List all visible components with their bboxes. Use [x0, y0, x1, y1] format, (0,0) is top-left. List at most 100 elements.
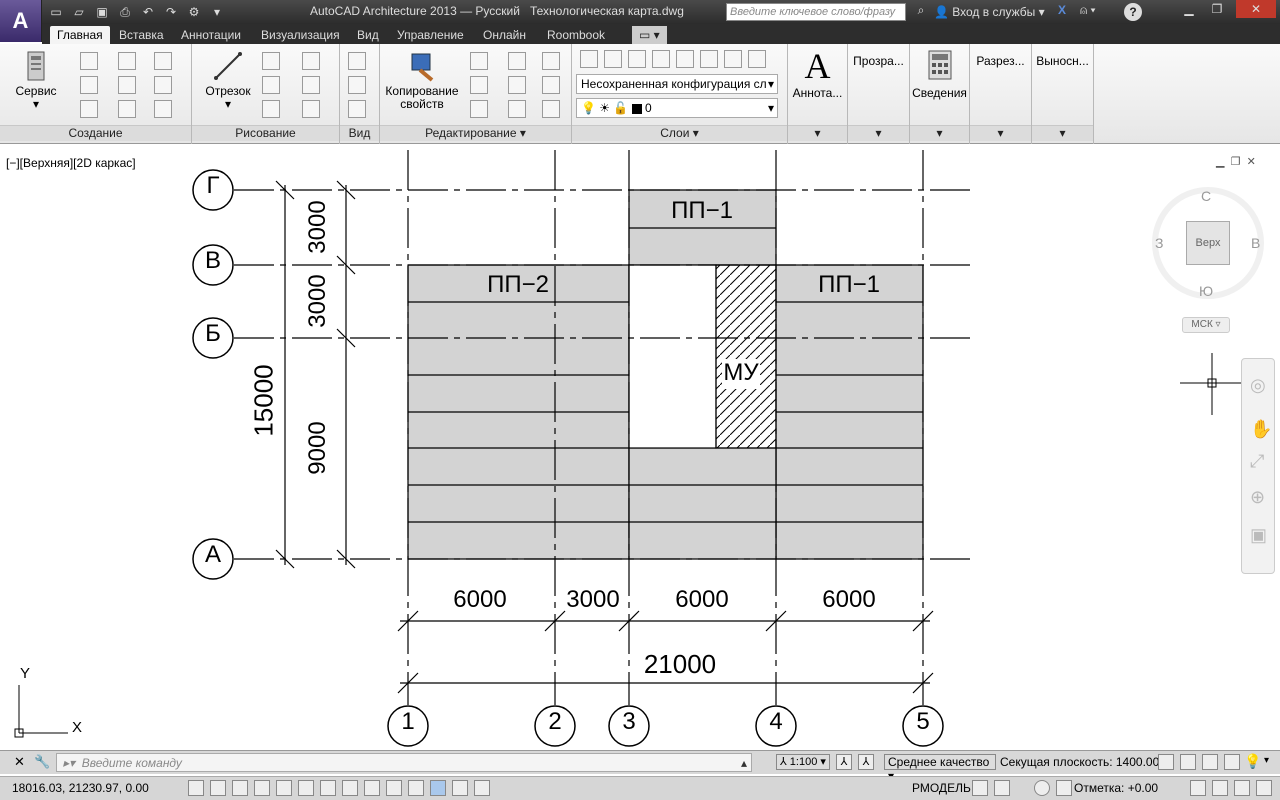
- ellipse-icon[interactable]: [302, 76, 320, 94]
- panel-annotation[interactable]: A Аннота... ▾: [788, 44, 848, 144]
- tab-view[interactable]: Вид: [350, 26, 386, 44]
- panel-transparency[interactable]: Прозра... ▾: [848, 44, 910, 144]
- 3d-osnap-icon[interactable]: [320, 780, 336, 796]
- selection-cycling-icon[interactable]: [474, 780, 490, 796]
- layer-lock-icon[interactable]: [748, 50, 766, 68]
- panel-title-draw[interactable]: Рисование: [192, 125, 339, 141]
- model-space-button[interactable]: РМОДЕЛЬ: [912, 781, 971, 795]
- compass-north[interactable]: С: [1201, 188, 1211, 204]
- chevron-down-icon[interactable]: ▾: [848, 125, 909, 141]
- dynamic-ucs-icon[interactable]: [364, 780, 380, 796]
- rotate-icon[interactable]: [508, 52, 526, 70]
- status-menu-icon[interactable]: [1234, 780, 1250, 796]
- rectangle-icon[interactable]: [262, 100, 280, 118]
- tab-annotate[interactable]: Аннотации: [174, 26, 248, 44]
- object-snap-tracking-icon[interactable]: [342, 780, 358, 796]
- quick-properties-icon[interactable]: [452, 780, 468, 796]
- layer-match-icon[interactable]: [628, 50, 646, 68]
- curtain-wall-icon[interactable]: [80, 100, 98, 118]
- window-icon[interactable]: [80, 76, 98, 94]
- lineweight-icon[interactable]: [408, 780, 424, 796]
- status-tool-icon[interactable]: [1180, 754, 1196, 770]
- polyline-icon[interactable]: [262, 52, 280, 70]
- hardware-acceleration-icon[interactable]: [1212, 780, 1228, 796]
- pan-icon[interactable]: [348, 76, 366, 94]
- lock-icon[interactable]: [1056, 780, 1072, 796]
- tab-insert[interactable]: Вставка: [112, 26, 171, 44]
- ucs-menu-button[interactable]: МСК ▿: [1182, 317, 1230, 333]
- layer-properties-icon[interactable]: [580, 50, 598, 68]
- chevron-down-icon[interactable]: ▾: [1032, 125, 1093, 141]
- close-icon[interactable]: ✕: [14, 754, 25, 770]
- layer-freeze-icon[interactable]: [724, 50, 742, 68]
- service-button[interactable]: Сервис ▾: [8, 50, 64, 111]
- help-button[interactable]: ?: [1124, 3, 1142, 21]
- line-button[interactable]: Отрезок ▾: [200, 50, 256, 111]
- status-tool-icon[interactable]: [1158, 754, 1174, 770]
- chevron-down-icon[interactable]: ▾: [970, 125, 1031, 141]
- layer-previous-icon[interactable]: [652, 50, 670, 68]
- maximize-icon[interactable]: ❐: [1204, 0, 1230, 18]
- dynamic-input-icon[interactable]: [386, 780, 402, 796]
- ortho-mode-icon[interactable]: [254, 780, 270, 796]
- hatch-icon[interactable]: [302, 100, 320, 118]
- layer-config-select[interactable]: Несохраненная конфигурация сл ▾: [576, 74, 778, 94]
- move-icon[interactable]: [470, 52, 488, 70]
- door-icon[interactable]: [118, 52, 136, 70]
- showmotion-icon[interactable]: ▣: [1250, 525, 1267, 546]
- orbit-icon[interactable]: ⊕: [1250, 487, 1265, 508]
- polar-tracking-icon[interactable]: [276, 780, 292, 796]
- panel-title-view[interactable]: Вид: [340, 125, 379, 141]
- chevron-down-icon[interactable]: ▾: [1264, 755, 1269, 766]
- print-icon[interactable]: ⎙: [115, 3, 135, 21]
- display-quality-select[interactable]: Среднее качество ▾: [884, 754, 996, 783]
- viewcube-top-face[interactable]: Верх: [1186, 221, 1230, 265]
- zoom-icon[interactable]: [348, 100, 366, 118]
- drawing-viewport[interactable]: [−][Верхняя][2D каркас] ▁ ❐ ✕ Г В Б А 1 …: [0, 145, 1280, 748]
- redo-icon[interactable]: ↷: [161, 3, 181, 21]
- copy-icon[interactable]: [508, 76, 526, 94]
- panel-title-create[interactable]: Создание: [0, 125, 191, 141]
- grid-display-icon[interactable]: [232, 780, 248, 796]
- tab-home[interactable]: Главная: [50, 26, 110, 44]
- chevron-up-icon[interactable]: ▴: [741, 756, 747, 770]
- view-cube-icon[interactable]: [348, 52, 366, 70]
- fillet-icon[interactable]: [542, 52, 560, 70]
- undo-icon[interactable]: ↶: [138, 3, 158, 21]
- status-tool-icon[interactable]: [1202, 754, 1218, 770]
- transparency-icon[interactable]: [430, 780, 446, 796]
- login-button[interactable]: 👤 Вход в службы ▾: [934, 5, 1045, 19]
- annotation-visibility-icon[interactable]: ⅄: [836, 754, 852, 770]
- offset-icon[interactable]: [508, 100, 526, 118]
- coordinates-readout[interactable]: 18016.03, 21230.97, 0.00: [12, 781, 149, 795]
- save-icon[interactable]: ▣: [92, 3, 112, 21]
- tab-options-icon[interactable]: ▭ ▾: [632, 26, 667, 44]
- tab-online[interactable]: Онлайн: [476, 26, 533, 44]
- chevron-down-icon[interactable]: ▾: [788, 125, 847, 141]
- steering-wheel-icon[interactable]: ◎: [1250, 375, 1266, 396]
- bulb-icon[interactable]: 💡: [1244, 753, 1261, 770]
- compass-south[interactable]: Ю: [1199, 283, 1213, 299]
- current-layer-select[interactable]: 💡 ☀ 🔓 0 ▾: [576, 98, 778, 118]
- pan-hand-icon[interactable]: ✋: [1250, 419, 1272, 440]
- search-input[interactable]: Введите ключевое слово/фразу: [726, 3, 906, 21]
- snap-mode-icon[interactable]: [210, 780, 226, 796]
- panel-section[interactable]: Разрез... ▾: [970, 44, 1032, 144]
- structure-icon[interactable]: [118, 100, 136, 118]
- tab-render[interactable]: Визуализация: [254, 26, 347, 44]
- auto-scale-icon[interactable]: ⅄: [858, 754, 874, 770]
- tab-manage[interactable]: Управление: [390, 26, 471, 44]
- elevation-value[interactable]: Отметка: +0.00: [1074, 781, 1158, 795]
- chevron-down-icon[interactable]: ▾: [910, 125, 969, 141]
- erase-icon[interactable]: [470, 76, 488, 94]
- command-input[interactable]: ▸▾ Введите команду ▴: [56, 753, 752, 772]
- clean-screen-icon[interactable]: [1256, 780, 1272, 796]
- column-icon[interactable]: [118, 76, 136, 94]
- zoom-extents-icon[interactable]: ⤢: [1250, 451, 1264, 472]
- space-icon[interactable]: [154, 76, 172, 94]
- circle-icon[interactable]: [262, 76, 280, 94]
- wrench-icon[interactable]: 🔧: [34, 754, 50, 770]
- user-icon[interactable]: ⍝ ▾: [1080, 3, 1096, 18]
- infer-constraints-icon[interactable]: [188, 780, 204, 796]
- exchange-icon[interactable]: X: [1058, 3, 1066, 17]
